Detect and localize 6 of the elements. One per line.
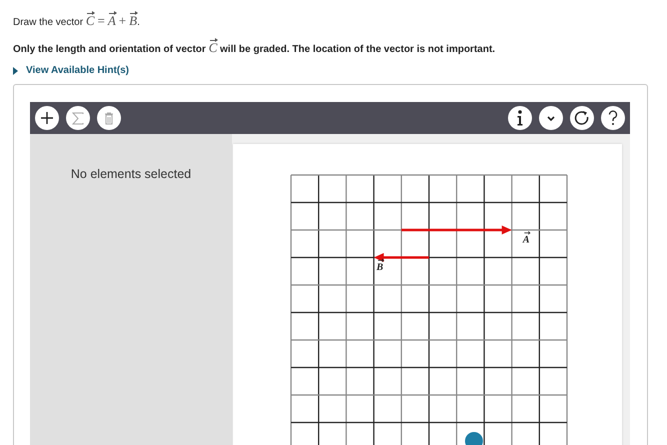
no-selection-text: No elements selected [70,167,192,183]
hints-link[interactable]: View Available Hint(s) [26,65,129,76]
vector-label: B [376,258,384,273]
instruction-text: Only the length and orientation of vector C will be graded. The location of the vector is not important. [12,39,496,58]
vector-label: A [522,231,531,246]
prompt-text: Draw the vector C = A + B. [12,12,141,31]
